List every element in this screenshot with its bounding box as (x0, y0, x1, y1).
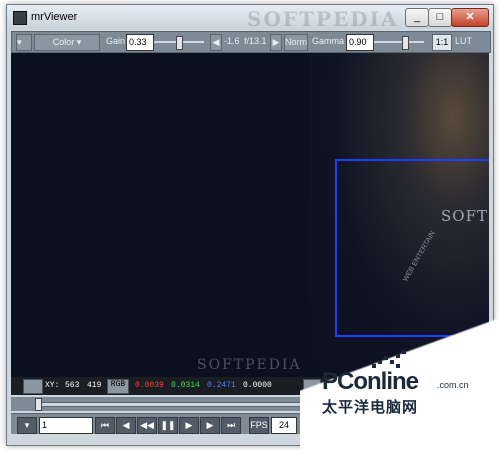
fstop-prev-button[interactable]: ◀ (210, 34, 222, 51)
softpedia-watermark: SOFTPEDIA (247, 7, 399, 31)
title-bar[interactable]: mrViewer SOFTPEDIA _ □ ✕ (7, 5, 493, 31)
norm-button[interactable]: Norm (284, 34, 308, 51)
frame-input[interactable]: 1 (39, 417, 93, 434)
play-backward-icon[interactable]: ◀◀ (137, 417, 157, 434)
fps-input[interactable]: 24 (271, 417, 297, 434)
minimize-button[interactable]: _ (405, 8, 429, 27)
fps-label: FPS (249, 417, 269, 434)
gamma-slider-track[interactable] (374, 41, 424, 43)
controls-menu-icon[interactable]: ▾ (17, 417, 37, 434)
x-coordinate: 563 (65, 381, 80, 390)
chevron-down-icon: ▾ (76, 37, 82, 47)
step-back-icon[interactable]: ◀ (116, 417, 136, 434)
timeline-handle[interactable] (35, 398, 42, 411)
red-value: 0.0039 (135, 381, 164, 390)
menu-arrow-icon[interactable]: ▾ (16, 34, 32, 51)
close-button[interactable]: ✕ (451, 8, 489, 27)
gamma-slider-handle[interactable] (402, 36, 409, 50)
gain-input[interactable]: 0.33 (126, 34, 154, 51)
gamma-input[interactable]: 0.90 (346, 34, 374, 51)
pconline-domain: .com.cn (437, 380, 469, 390)
fstop-next-button[interactable]: ▶ (270, 34, 282, 51)
blue-value: 0.2471 (207, 381, 236, 390)
fnumber-value: f/13.1 (244, 36, 267, 46)
green-value: 0.0314 (171, 381, 200, 390)
ratio-button[interactable]: 1:1 (432, 34, 452, 51)
play-forward-icon[interactable]: ▶ (179, 417, 199, 434)
last-frame-icon[interactable]: ⏭ (221, 417, 241, 434)
first-frame-icon[interactable]: ⏮ (95, 417, 115, 434)
pixel-info-menu-icon[interactable] (23, 379, 43, 394)
xy-label: XY: (45, 381, 60, 390)
channel-dropdown-label: Color (52, 37, 75, 47)
app-icon (13, 11, 27, 25)
pconline-subtitle: 太平洋电脑网 (322, 399, 419, 416)
pause-icon[interactable]: ❚❚ (158, 417, 178, 434)
alpha-value: 0.0000 (243, 381, 272, 390)
window-title: mrViewer (31, 11, 78, 23)
y-coordinate: 419 (87, 381, 102, 390)
gain-label: Gain (106, 36, 126, 46)
selection-rectangle[interactable] (335, 159, 489, 337)
fstop-value: -1.6 (224, 36, 240, 46)
channel-dropdown[interactable]: Color ▾ (34, 34, 100, 51)
color-mode-button[interactable]: RGB (107, 379, 129, 394)
pconline-logo: PConline (322, 368, 419, 395)
image-toolbar: ▾ Color ▾ Gain 0.33 ◀ -1.6 f/13.1 ▶ Norm… (11, 31, 491, 53)
gamma-label: Gamma (312, 36, 345, 46)
lut-button[interactable]: LUT (455, 34, 472, 49)
step-forward-icon[interactable]: ▶ (200, 417, 220, 434)
gain-slider-handle[interactable] (176, 36, 183, 50)
bottom-watermark: SOFTPEDIA (197, 357, 302, 373)
maximize-button[interactable]: □ (428, 8, 452, 27)
